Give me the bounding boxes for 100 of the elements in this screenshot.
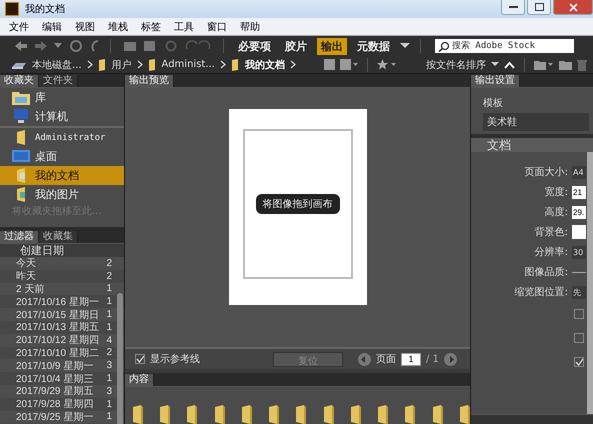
input-field[interactable]: 21 — [572, 186, 586, 198]
folder-icon[interactable] — [132, 404, 144, 424]
filter-label[interactable]: 2017/10/4 星期三 — [16, 372, 94, 386]
scrollbar[interactable] — [471, 414, 593, 424]
folder-icon[interactable] — [350, 404, 362, 424]
page-field[interactable]: 1 — [401, 352, 421, 366]
menu-item[interactable]: 视图 — [75, 20, 95, 34]
filter-label[interactable]: 2017/10/10 星期二 — [16, 346, 99, 360]
folder-icon — [17, 130, 25, 145]
sort-dropdown[interactable]: 按文件名排序 — [426, 58, 486, 72]
maximize-button[interactable] — [527, 0, 551, 15]
minimize-button[interactable] — [501, 0, 525, 15]
next-page-icon[interactable] — [444, 352, 457, 366]
filter-label[interactable]: 2017/9/28 星期四 — [16, 397, 94, 412]
caret-icon[interactable] — [54, 43, 62, 49]
menu-item[interactable]: 帮助 — [240, 20, 260, 34]
filter-label[interactable]: 2017/10/12 星期四 — [16, 333, 99, 348]
computer-icon — [12, 109, 30, 124]
workspace-tab[interactable]: 胶片 — [281, 38, 311, 54]
close-button[interactable] — [553, 0, 593, 15]
new-folder-icon[interactable] — [559, 59, 572, 70]
breadcrumb-item[interactable]: 本地磁盘... — [32, 58, 82, 72]
template-dropdown[interactable]: 美术鞋 — [483, 113, 589, 131]
menu-item[interactable]: 编辑 — [42, 20, 62, 34]
folder-icon[interactable] — [214, 404, 225, 424]
panel-tab[interactable]: 收藏夹 — [0, 75, 39, 87]
scrollbar[interactable] — [117, 293, 123, 424]
filter-category[interactable]: 创建日期 — [0, 244, 124, 257]
favorite-item[interactable]: 计算机 — [0, 107, 124, 126]
close-icon — [568, 2, 578, 12]
filter-label[interactable]: 2017/9/29 星期五 — [16, 384, 94, 398]
breadcrumb-item[interactable]: 我的文档 — [244, 58, 285, 72]
checkbox[interactable] — [574, 309, 584, 319]
favorite-item[interactable]: Administrator — [0, 126, 124, 147]
panel-tab[interactable]: 输出预览 — [125, 75, 174, 87]
folder-icon[interactable] — [432, 404, 443, 424]
workspace-tab[interactable]: 必要项 — [234, 38, 275, 54]
folder-icon[interactable] — [534, 59, 554, 70]
panel-tab[interactable]: 输出设置 — [471, 75, 520, 87]
folder-icon[interactable] — [240, 404, 252, 424]
favorite-item[interactable]: 库 — [0, 88, 124, 107]
filter-label[interactable]: 2017/10/9 星期一 — [16, 358, 94, 373]
panel-tab[interactable]: 内容 — [125, 374, 154, 386]
view-icon[interactable] — [340, 59, 358, 70]
field-value[interactable]: 先 — [572, 286, 586, 298]
favorite-item[interactable]: 我的图片 — [0, 185, 124, 204]
folder-icon[interactable] — [159, 404, 170, 424]
folder-icon[interactable] — [458, 404, 470, 424]
menu-item[interactable]: 窗口 — [207, 20, 227, 34]
filter-label[interactable]: 2017/10/16 星期一 — [16, 294, 99, 309]
filter-label[interactable]: 昨天 — [16, 269, 36, 284]
panel-tab[interactable]: 过滤器 — [0, 231, 39, 243]
field-value[interactable]: A4 — [572, 166, 586, 178]
input-field[interactable]: 29. — [572, 206, 586, 218]
color-swatch[interactable] — [572, 225, 586, 239]
favorite-item[interactable]: 我的文档 — [0, 166, 124, 185]
checkbox[interactable] — [135, 354, 145, 364]
workspace-tab[interactable]: 元数据 — [353, 38, 394, 54]
monitor-icon — [12, 149, 30, 164]
folder-icon[interactable] — [268, 404, 280, 424]
menu-item[interactable]: 文件 — [9, 20, 29, 34]
caret-icon[interactable] — [491, 62, 499, 67]
workspace-tab[interactable]: 输出 — [317, 38, 347, 54]
folder-icon[interactable] — [322, 404, 334, 424]
filter-label[interactable]: 今天 — [16, 257, 36, 270]
menu-item[interactable]: 工具 — [174, 20, 194, 34]
scrollbar[interactable] — [587, 152, 593, 414]
section-header[interactable]: 文档 — [471, 138, 593, 152]
menu-item[interactable]: 标签 — [141, 20, 161, 34]
folder-icon[interactable] — [295, 404, 307, 424]
field-value[interactable]: 30 — [572, 246, 586, 258]
chevron-up-icon[interactable] — [504, 60, 515, 68]
star-icon[interactable] — [377, 59, 398, 70]
chevron-icon[interactable] — [220, 60, 226, 69]
chevron-icon[interactable] — [136, 60, 143, 69]
favorite-item[interactable]: 桌面 — [0, 147, 124, 166]
checkbox[interactable] — [574, 333, 584, 343]
breadcrumb-item[interactable]: 用户 — [112, 58, 132, 72]
folder-icon[interactable] — [404, 404, 416, 424]
checkbox[interactable] — [574, 357, 584, 367]
breadcrumb-item[interactable]: Administ... — [162, 59, 215, 70]
back-icon[interactable] — [14, 40, 28, 52]
template-label: 模板 — [483, 96, 504, 110]
previous-page-icon[interactable] — [358, 352, 371, 366]
filter-count: 1 — [106, 398, 112, 410]
chevron-icon[interactable] — [86, 60, 93, 69]
folder-icon[interactable] — [186, 404, 198, 424]
filter-label[interactable]: 2017/10/13 星期五 — [16, 320, 99, 334]
filter-label[interactable]: 2 天前 — [16, 282, 44, 296]
caret-icon[interactable] — [400, 43, 410, 49]
field-label: 宽度: — [544, 186, 568, 199]
filter-label[interactable]: 2017/9/25 星期一 — [16, 410, 94, 424]
panel-tab[interactable]: 收藏集 — [39, 231, 78, 243]
folder-icon — [98, 58, 107, 71]
filter-label[interactable]: 2017/10/15 星期日 — [16, 308, 99, 322]
folder-icon[interactable] — [377, 404, 388, 424]
filter-count: 2 — [106, 258, 112, 269]
menu-item[interactable]: 堆栈 — [108, 20, 128, 34]
panel-tab[interactable]: 文件夹 — [39, 75, 78, 87]
chevron-icon[interactable] — [290, 60, 296, 69]
